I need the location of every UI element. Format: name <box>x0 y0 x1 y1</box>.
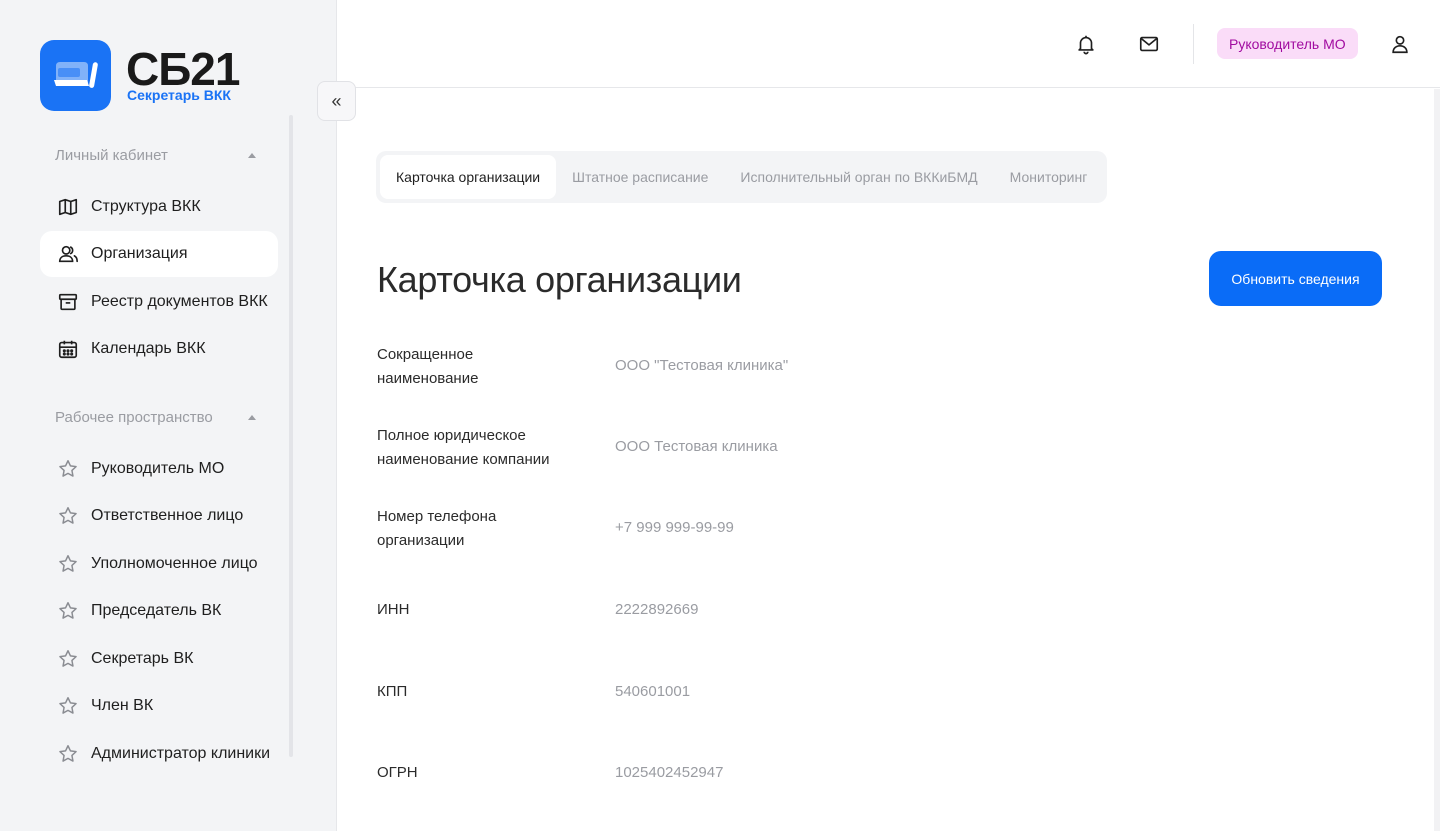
star-icon <box>56 599 80 623</box>
field-label: Сокращенное наименование <box>377 346 479 387</box>
sidebar-item-label: Реестр документов ВКК <box>91 293 268 310</box>
star-icon <box>56 504 80 528</box>
tab-executive-body[interactable]: Исполнительный орган по ВККиБМД <box>724 155 993 199</box>
field-value: 540601001 <box>615 683 691 700</box>
caret-up-icon <box>248 152 256 158</box>
sidebar-item-label: Секретарь ВК <box>91 650 194 667</box>
sidebar-item-responsible[interactable]: Ответственное лицо <box>40 493 278 539</box>
sidebar-item-label: Председатель ВК <box>91 602 222 619</box>
top-header: Руководитель МО <box>337 0 1440 88</box>
role-badge[interactable]: Руководитель МО <box>1217 28 1358 59</box>
field-label: КПП <box>377 683 408 700</box>
tabs-bar: Карточка организации Штатное расписание … <box>376 151 1108 203</box>
logo-icon <box>40 40 111 111</box>
star-icon <box>56 647 80 671</box>
users-icon <box>56 242 80 266</box>
sidebar-item-secretary[interactable]: Секретарь ВК <box>40 636 278 682</box>
notifications-bell-icon[interactable] <box>1074 32 1098 56</box>
sidebar-item-label: Календарь ВКК <box>91 340 206 357</box>
sidebar-item-authorized[interactable]: Уполномоченное лицо <box>40 541 278 587</box>
star-icon <box>56 552 80 576</box>
tab-monitoring[interactable]: Мониторинг <box>994 155 1104 199</box>
sidebar-item-chairman[interactable]: Председатель ВК <box>40 588 278 634</box>
sidebar-item-label: Ответственное лицо <box>91 507 244 524</box>
field-inn: ИНН 2222892669 <box>377 598 1277 658</box>
sidebar-item-label: Член ВК <box>91 697 154 714</box>
sidebar-item-head-mo[interactable]: Руководитель МО <box>40 446 278 492</box>
sidebar-item-label: Администратор клиники <box>91 745 271 762</box>
star-icon <box>56 694 80 718</box>
user-profile-icon[interactable] <box>1388 32 1412 56</box>
field-value: ООО "Тестовая клиника" <box>615 357 789 374</box>
brand-logo[interactable]: СБ21 Секретарь ВКК <box>40 40 280 112</box>
section-personal-cabinet[interactable]: Личный кабинет <box>55 143 260 167</box>
sidebar-item-documents[interactable]: Реестр документов ВКК <box>40 279 278 325</box>
sidebar-item-member[interactable]: Член ВК <box>40 683 278 729</box>
tab-staff-schedule[interactable]: Штатное расписание <box>556 155 724 199</box>
field-kpp: КПП 540601001 <box>377 680 1277 740</box>
field-value: 2222892669 <box>615 601 699 618</box>
field-full-name: Полное юридическое наименование компании… <box>377 424 1277 484</box>
sidebar-item-calendar[interactable]: Календарь ВКК <box>40 326 278 372</box>
mail-icon[interactable] <box>1137 32 1161 56</box>
brand-subtitle: Секретарь ВКК <box>127 87 231 103</box>
update-info-button[interactable]: Обновить сведения <box>1209 251 1382 306</box>
header-divider <box>1193 24 1194 64</box>
sidebar-item-label: Уполномоченное лицо <box>91 555 258 572</box>
collapse-sidebar-button[interactable]: « <box>317 81 356 121</box>
map-icon <box>56 195 80 219</box>
sidebar-item-label: Организация <box>91 245 188 262</box>
sidebar-scrollbar[interactable] <box>289 115 293 757</box>
sidebar-item-structure[interactable]: Структура ВКК <box>40 184 278 230</box>
caret-up-icon <box>248 414 256 420</box>
field-label: ОГРН <box>377 764 418 781</box>
sidebar-item-label: Структура ВКК <box>91 198 201 215</box>
field-short-name: Сокращенное наименование ООО "Тестовая к… <box>377 343 1277 403</box>
calendar-icon <box>56 337 80 361</box>
star-icon <box>56 742 80 766</box>
field-ogrn: ОГРН 1025402452947 <box>377 761 1277 821</box>
section-label: Рабочее пространство <box>55 408 213 426</box>
sidebar-item-organization[interactable]: Организация <box>40 231 278 277</box>
sidebar: СБ21 Секретарь ВКК Личный кабинет Структ… <box>0 0 337 831</box>
page-title: Карточка организации <box>377 259 742 300</box>
field-phone: Номер телефона организации +7 999 999-99… <box>377 505 1277 565</box>
field-label: Полное юридическое наименование компании <box>377 427 550 468</box>
double-chevron-left-icon: « <box>331 90 342 111</box>
section-workspace[interactable]: Рабочее пространство <box>55 405 260 429</box>
field-value: 1025402452947 <box>615 764 724 781</box>
tab-organization-card[interactable]: Карточка организации <box>380 155 557 199</box>
field-label: ИНН <box>377 601 410 618</box>
field-value: ООО Тестовая клиника <box>615 438 778 455</box>
main-scrollbar[interactable] <box>1434 89 1440 831</box>
sidebar-item-label: Руководитель МО <box>91 460 225 477</box>
field-value: +7 999 999-99-99 <box>615 519 734 536</box>
archive-icon <box>56 290 80 314</box>
field-label: Номер телефона организации <box>377 508 497 549</box>
section-label: Личный кабинет <box>55 146 168 164</box>
main-content: Карточка организации Штатное расписание … <box>337 89 1440 831</box>
sidebar-item-clinic-admin[interactable]: Администратор клиники <box>40 731 278 777</box>
app-root: СБ21 Секретарь ВКК Личный кабинет Структ… <box>0 0 1440 831</box>
star-icon <box>56 457 80 481</box>
